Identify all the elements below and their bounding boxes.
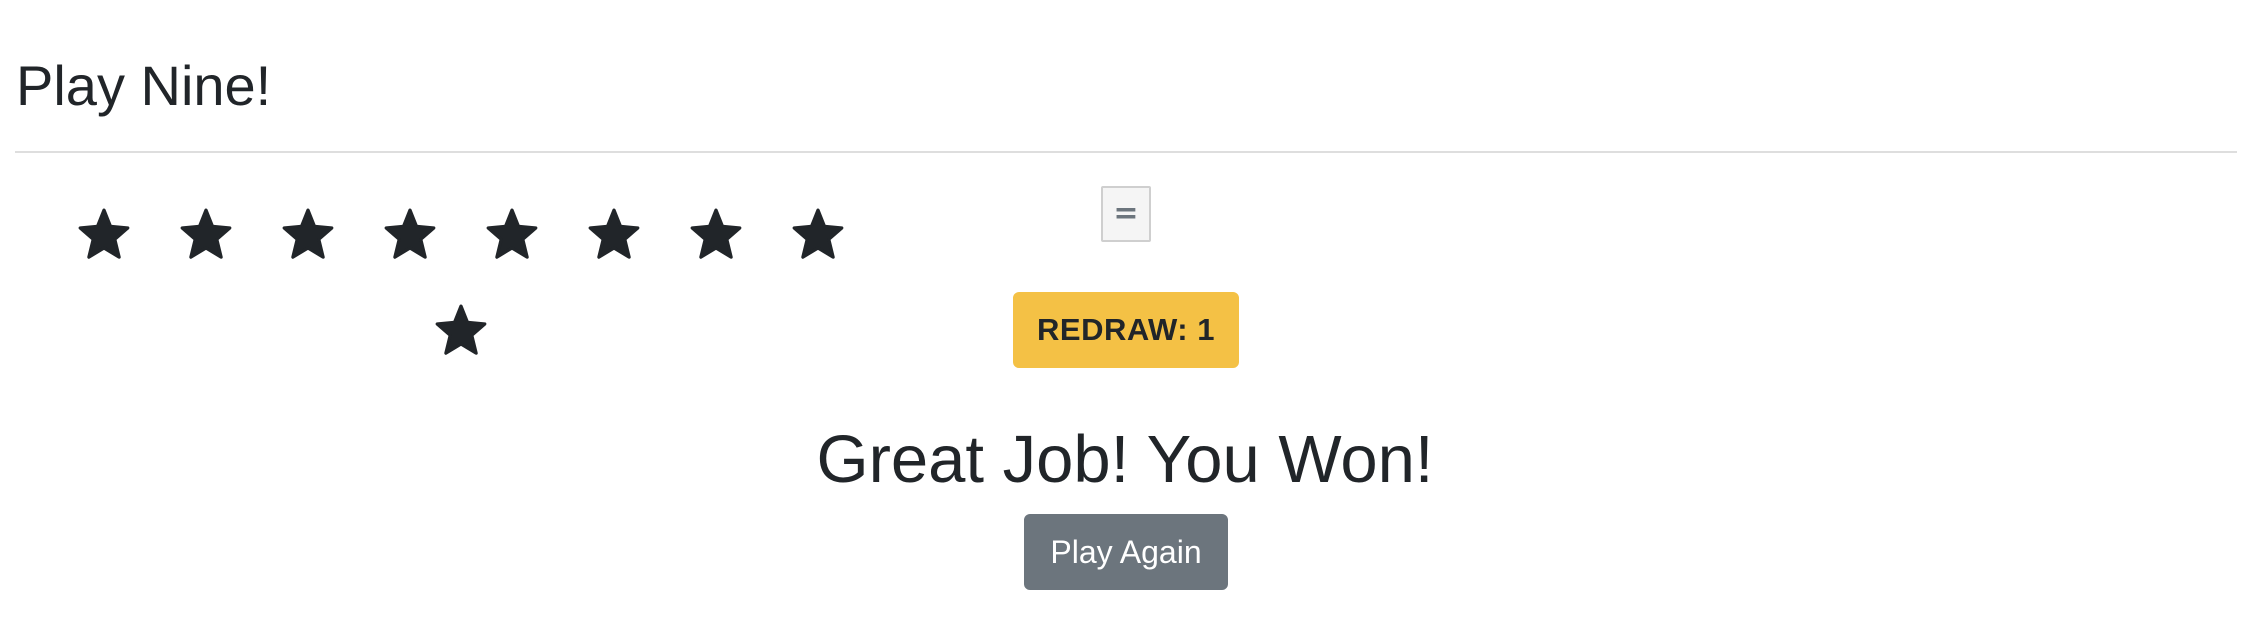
play-again-button[interactable]: Play Again bbox=[1024, 514, 1228, 590]
star-icon bbox=[791, 208, 845, 262]
done-message: Great Job! You Won! bbox=[816, 422, 1434, 497]
star-icon bbox=[383, 208, 437, 262]
star-icon bbox=[77, 208, 131, 262]
header-divider bbox=[15, 151, 2237, 153]
game-container: Play Nine! = REDRAW: 1 Great Job! You Wo… bbox=[0, 0, 2250, 630]
star-icon bbox=[689, 208, 743, 262]
star-icon bbox=[485, 208, 539, 262]
star-icon bbox=[179, 208, 233, 262]
star-icon bbox=[587, 208, 641, 262]
star-icon bbox=[434, 304, 488, 358]
equals-button[interactable]: = bbox=[1101, 186, 1151, 242]
game-title: Play Nine! bbox=[16, 54, 272, 117]
star-icon bbox=[281, 208, 335, 262]
redraw-button[interactable]: REDRAW: 1 bbox=[1013, 292, 1239, 368]
